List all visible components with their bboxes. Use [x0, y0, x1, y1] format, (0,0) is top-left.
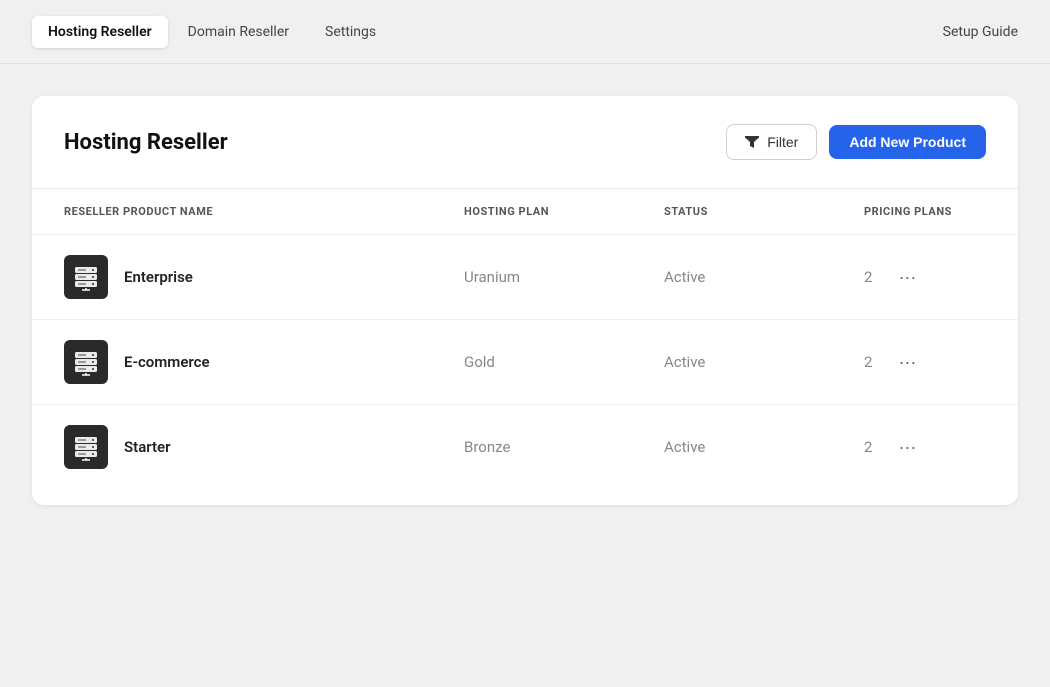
- status-starter: Active: [664, 438, 864, 456]
- status-ecommerce: Active: [664, 353, 864, 371]
- top-nav: Hosting Reseller Domain Reseller Setting…: [0, 0, 1050, 64]
- pricing-ecommerce: 2 ···: [864, 351, 986, 373]
- product-icon-enterprise: [64, 255, 108, 299]
- nav-tab-domain-reseller[interactable]: Domain Reseller: [172, 16, 305, 48]
- pricing-count-ecommerce: 2: [864, 353, 872, 371]
- hosting-reseller-card: Hosting Reseller Filter Add New Product …: [32, 96, 1018, 505]
- server-icon: [72, 348, 100, 376]
- col-header-name: Reseller Product Name: [64, 205, 464, 218]
- more-menu-ecommerce[interactable]: ···: [892, 351, 922, 373]
- table-row: E-commerce Gold Active 2 ···: [32, 320, 1018, 405]
- col-header-hosting-plan: Hosting Plan: [464, 205, 664, 218]
- col-header-status: Status: [664, 205, 864, 218]
- setup-guide-link[interactable]: Setup Guide: [943, 24, 1018, 40]
- table-row: Starter Bronze Active 2 ···: [32, 405, 1018, 489]
- product-icon-starter: [64, 425, 108, 469]
- hosting-plan-enterprise: Uranium: [464, 268, 664, 286]
- more-menu-starter[interactable]: ···: [892, 436, 922, 458]
- product-icon-ecommerce: [64, 340, 108, 384]
- product-name-starter: Starter: [124, 438, 171, 456]
- product-cell-ecommerce: E-commerce: [64, 340, 464, 384]
- table-header: Reseller Product Name Hosting Plan Statu…: [32, 189, 1018, 235]
- add-new-product-button[interactable]: Add New Product: [829, 125, 986, 159]
- pricing-count-enterprise: 2: [864, 268, 872, 286]
- main-content: Hosting Reseller Filter Add New Product …: [0, 64, 1050, 537]
- pricing-count-starter: 2: [864, 438, 872, 456]
- filter-label: Filter: [767, 134, 798, 150]
- header-actions: Filter Add New Product: [726, 124, 986, 160]
- nav-tabs: Hosting Reseller Domain Reseller Setting…: [32, 16, 392, 48]
- pricing-starter: 2 ···: [864, 436, 986, 458]
- products-table: Reseller Product Name Hosting Plan Statu…: [32, 189, 1018, 505]
- product-name-enterprise: Enterprise: [124, 268, 193, 286]
- product-cell-enterprise: Enterprise: [64, 255, 464, 299]
- product-cell-starter: Starter: [64, 425, 464, 469]
- nav-tab-settings[interactable]: Settings: [309, 16, 392, 48]
- server-icon: [72, 433, 100, 461]
- more-menu-enterprise[interactable]: ···: [892, 266, 922, 288]
- table-row: Enterprise Uranium Active 2 ···: [32, 235, 1018, 320]
- filter-icon: [745, 136, 759, 148]
- pricing-enterprise: 2 ···: [864, 266, 986, 288]
- filter-button[interactable]: Filter: [726, 124, 817, 160]
- hosting-plan-ecommerce: Gold: [464, 353, 664, 371]
- page-title: Hosting Reseller: [64, 130, 228, 155]
- product-name-ecommerce: E-commerce: [124, 353, 210, 371]
- nav-tab-hosting-reseller[interactable]: Hosting Reseller: [32, 16, 168, 48]
- server-icon: [72, 263, 100, 291]
- status-enterprise: Active: [664, 268, 864, 286]
- col-header-pricing-plans: Pricing Plans: [864, 205, 986, 218]
- hosting-plan-starter: Bronze: [464, 438, 664, 456]
- card-header: Hosting Reseller Filter Add New Product: [32, 96, 1018, 189]
